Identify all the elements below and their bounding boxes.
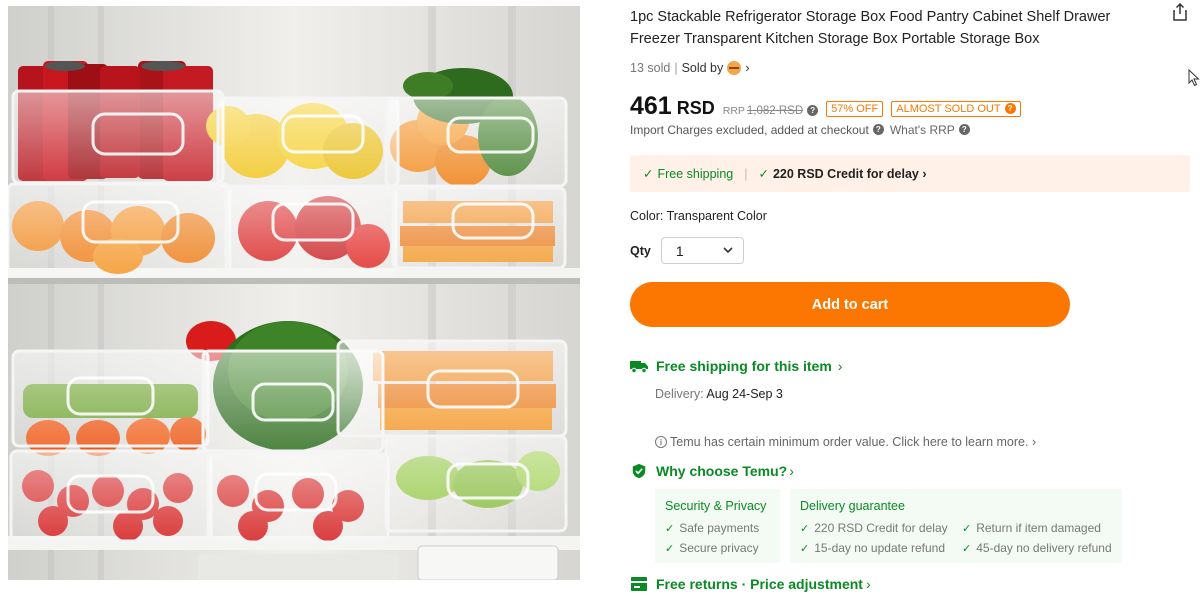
add-to-cart-button[interactable]: Add to cart (630, 282, 1070, 327)
share-icon[interactable] (1170, 2, 1190, 22)
chevron-right-icon: › (837, 358, 843, 374)
rrp-label: RRP (722, 105, 745, 117)
qty-value: 1 (675, 242, 684, 259)
sold-by-label: Sold by (681, 60, 724, 75)
stock-badge[interactable]: ALMOST SOLD OUT? (891, 101, 1021, 117)
list-item-label: Return if item damaged (976, 521, 1101, 535)
why-choose-title: Why choose Temu? (656, 463, 788, 479)
sold-count: 13 sold (630, 60, 671, 75)
check-icon: ✓ (962, 523, 972, 535)
chevron-right-icon: › (865, 576, 871, 592)
free-returns-title: Free returns · Price adjustment (656, 576, 863, 592)
list-item: ✓ Return if item damaged (962, 518, 1122, 538)
list-item: ✓ Secure privacy (665, 538, 770, 558)
security-privacy-box: Security & Privacy ✓ Safe payments ✓ Secur… (655, 489, 780, 563)
rrp-value: 1,082 RSD (746, 105, 804, 117)
check-icon: ✓ (962, 543, 972, 555)
returns-icon (631, 577, 647, 591)
delivery-guarantee-heading: Delivery guarantee (800, 499, 905, 513)
list-item-label: Secure privacy (679, 541, 759, 555)
free-returns-link[interactable]: Free returns · Price adjustment › (630, 576, 871, 592)
divider: | (674, 60, 678, 75)
delivery-estimate: Delivery: Aug 24-Sep 3 (655, 387, 783, 401)
list-item-label: 15-day no update refund (814, 541, 945, 555)
chevron-right-icon: › (789, 463, 794, 479)
free-shipping-title: Free shipping for this item (656, 358, 832, 374)
product-details-panel: 1pc Stackable Refrigerator Storage Box F… (630, 0, 1200, 596)
import-charges-note: Import Charges excluded, added at checko… (630, 123, 970, 137)
product-title: 1pc Stackable Refrigerator Storage Box F… (630, 9, 1111, 47)
free-shipping-item-link[interactable]: Free shipping for this item › (630, 358, 842, 374)
shield-icon (632, 463, 646, 479)
currency: RSD (676, 98, 715, 118)
whats-rrp-link[interactable]: What's RRP (890, 123, 955, 137)
min-order-text: Temu has certain minimum order value. Cl… (670, 435, 1029, 449)
delivery-dates: Aug 24-Sep 3 (706, 387, 783, 401)
cursor-icon (1188, 69, 1200, 87)
chevron-down-icon (723, 247, 733, 254)
list-item: ✓ Safe payments (665, 518, 770, 538)
delay-credit-label: 220 RSD Credit for delay (772, 166, 919, 181)
shipping-banner[interactable]: ✓ Free shipping | ✓ 220 RSD Credit for d… (630, 155, 1190, 192)
import-note-text: Import Charges excluded, added at checko… (630, 123, 869, 137)
list-item-label: 45-day no delivery refund (976, 541, 1112, 555)
check-icon: ✓ (665, 543, 675, 555)
check-icon: ✓ (643, 167, 654, 181)
delivery-label: Delivery: (655, 387, 704, 401)
chevron-right-icon: › (1028, 435, 1037, 449)
color-label: Color: Transparent Color (630, 209, 767, 223)
check-icon: ✓ (800, 523, 810, 535)
check-icon: ✓ (665, 523, 675, 535)
price-row: 461 RSD RRP 1,082 RSD ? 57% OFF ALMOST S… (630, 92, 1021, 121)
truck-icon (630, 361, 648, 374)
seller-avatar[interactable] (727, 60, 742, 75)
chevron-right-icon[interactable]: › (745, 60, 749, 75)
stock-badge-label: ALMOST SOLD OUT (896, 103, 1001, 115)
list-item: ✓ 15-day no update refund (800, 538, 962, 558)
list-item-label: Safe payments (679, 521, 760, 535)
min-order-link[interactable]: i Temu has certain minimum order value. … (655, 435, 1036, 449)
product-image[interactable] (8, 6, 580, 580)
divider: | (744, 166, 748, 181)
question-icon[interactable]: ? (807, 105, 819, 116)
discount-badge: 57% OFF (826, 101, 884, 117)
list-item: ✓ 45-day no delivery refund (962, 538, 1122, 558)
list-item-label: 220 RSD Credit for delay (814, 521, 948, 535)
info-icon: i (655, 436, 667, 448)
question-icon: ? (1004, 102, 1016, 114)
qty-label: Qty (630, 243, 651, 258)
why-choose-link[interactable]: Why choose Temu? › (630, 463, 794, 479)
delivery-guarantee-box: Delivery guarantee ✓ 220 RSD Credit for d… (790, 489, 1122, 563)
list-item: ✓ 220 RSD Credit for delay (800, 518, 962, 538)
check-icon: ✓ (758, 167, 769, 181)
security-heading: Security & Privacy (665, 499, 767, 513)
chevron-right-icon: › (918, 166, 927, 181)
sales-meta: 13 sold | Sold by › (630, 60, 750, 75)
free-shipping-label: Free shipping (657, 166, 734, 181)
question-icon[interactable]: ? (872, 123, 884, 135)
question-icon[interactable]: ? (958, 123, 970, 135)
quantity-select[interactable]: 1 (660, 237, 744, 264)
check-icon: ✓ (800, 543, 810, 555)
price: 461 (630, 92, 672, 120)
quantity-row: Qty 1 (630, 237, 744, 264)
discount-badge-label: 57% OFF (831, 103, 879, 115)
